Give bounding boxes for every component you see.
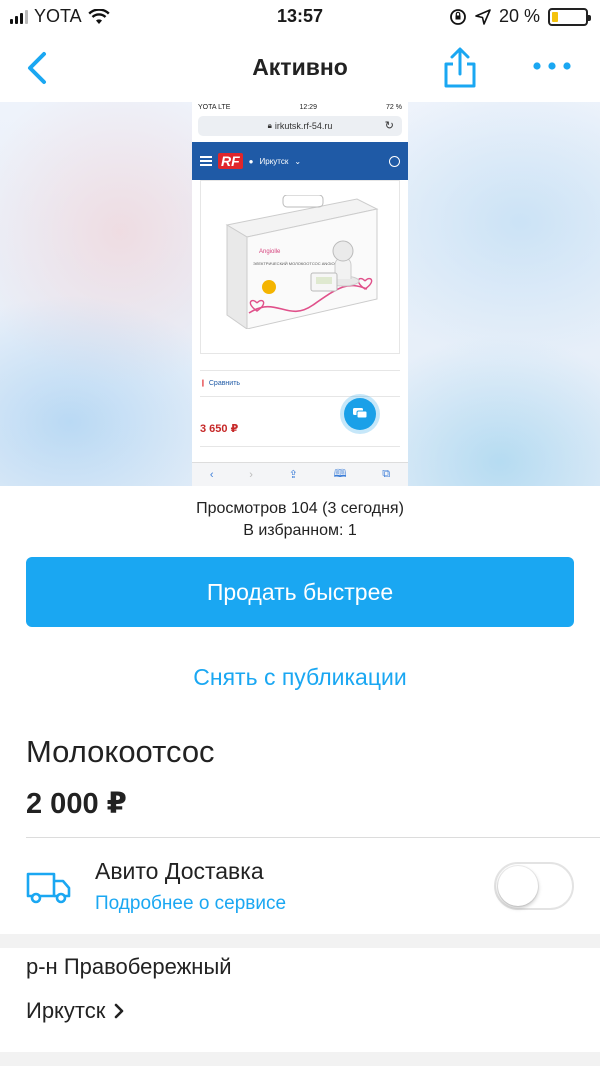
nav-bar: Активно — [0, 34, 600, 102]
location-city-label: Иркутск — [26, 998, 106, 1023]
listing-photo[interactable]: YOTA LTE 12:29 72 % 🔒︎ irkutsk.rf-54.ru … — [0, 102, 600, 486]
unpublish-link[interactable]: Снять с публикации — [0, 664, 600, 691]
site-logo: RF — [218, 153, 243, 169]
forward-icon: › — [249, 468, 253, 481]
status-bar: YOTA 13:57 20 % — [0, 0, 600, 34]
listing-stats: Просмотров 104 (3 сегодня) В избранном: … — [0, 498, 600, 542]
more-dots-icon[interactable] — [530, 56, 574, 76]
photo-status-bar: YOTA LTE 12:29 72 % — [192, 102, 408, 116]
box-brand: Angiolle — [259, 249, 281, 255]
chevron-right-icon — [115, 1003, 124, 1019]
section-separator — [0, 1052, 600, 1066]
tabs-icon: ⧉ — [382, 468, 391, 480]
orientation-lock-icon — [450, 8, 466, 25]
product-box-image: Angiolle ЭЛЕКТРИЧЕСКИЙ МОЛОКООТСОС ANGIO… — [225, 195, 379, 329]
toggle-knob — [498, 866, 538, 906]
chat-icon — [344, 398, 376, 430]
photo-divider — [200, 370, 400, 371]
item-title: Молокоотсос — [26, 734, 215, 769]
photo-status-battery: 72 % — [386, 104, 402, 111]
photo-price: 3 650 ₽ — [200, 423, 239, 435]
book-icon: 🕮︎ — [333, 468, 347, 480]
photo-status-carrier: YOTA LTE — [198, 104, 231, 111]
views-count: Просмотров 104 (3 сегодня) — [196, 500, 404, 517]
divider — [26, 837, 600, 838]
location-district: р-н Правобережный — [26, 954, 232, 979]
battery-percent: 20 % — [498, 6, 540, 26]
photo-compare-label: Сравнить — [208, 379, 241, 387]
item-price: 2 000 ₽ — [26, 788, 127, 820]
location-arrow-icon — [475, 8, 491, 25]
share-icon: ⇪ — [288, 469, 298, 481]
back-icon: ‹ — [209, 468, 214, 481]
photo-product-card: Angiolle ЭЛЕКТРИЧЕСКИЙ МОЛОКООТСОС ANGIO… — [200, 180, 400, 354]
photo-site-city: Иркутск — [259, 156, 289, 166]
favorites-count: В избранном: 1 — [243, 522, 357, 539]
user-icon — [389, 155, 400, 167]
photo-divider — [200, 446, 400, 447]
delivery-details-link[interactable]: Подробнее о сервисе — [95, 893, 286, 915]
photo-screenshot: YOTA LTE 12:29 72 % 🔒︎ irkutsk.rf-54.ru … — [192, 102, 408, 486]
bar-chart-icon: ❙ — [200, 380, 206, 387]
photo-status-time: 12:29 — [299, 104, 317, 111]
photo-divider — [200, 396, 400, 397]
share-icon[interactable] — [440, 46, 480, 90]
truck-icon — [26, 872, 71, 904]
photo-compare: ❙ Сравнить — [200, 379, 241, 388]
delivery-title: Авито Доставка — [95, 858, 264, 884]
delivery-toggle[interactable] — [494, 862, 574, 910]
page-title: Активно — [252, 54, 348, 80]
section-separator — [0, 934, 600, 948]
lock-icon: 🔒︎ — [267, 121, 272, 130]
box-text: ЭЛЕКТРИЧЕСКИЙ МОЛОКООТСОС ANGIOLLE — [253, 261, 342, 266]
map-pin-icon: ● — [248, 156, 254, 166]
battery-icon — [548, 7, 591, 26]
location-city[interactable]: Иркутск — [26, 998, 125, 1024]
chevron-down-icon: ⌄ — [294, 156, 302, 166]
reload-icon: ↻ — [384, 120, 394, 132]
menu-icon — [200, 156, 212, 166]
photo-url-bar: 🔒︎ irkutsk.rf-54.ru ↻ — [198, 116, 402, 136]
photo-browser-toolbar: ‹ › ⇪ 🕮︎ ⧉ — [192, 462, 408, 486]
photo-url: irkutsk.rf-54.ru — [274, 121, 333, 131]
photo-site-header: RF ● Иркутск ⌄ — [192, 142, 408, 180]
sell-faster-button[interactable]: Продать быстрее — [26, 557, 574, 627]
